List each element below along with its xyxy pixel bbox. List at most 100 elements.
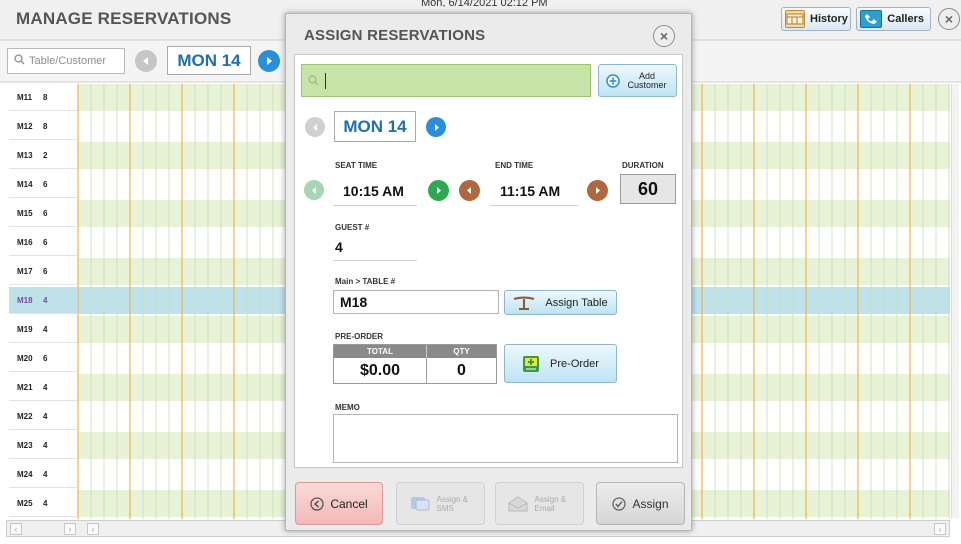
end-time-increase-button[interactable] (587, 180, 608, 201)
close-dialog-icon[interactable]: × (653, 25, 675, 47)
table-name: M18 (17, 295, 33, 305)
end-time-decrease-button[interactable] (459, 180, 480, 201)
table-capacity: 6 (43, 237, 48, 247)
duration-value[interactable]: 60 (620, 174, 676, 204)
table-row[interactable]: M14 6 (9, 171, 77, 198)
table-customer-search[interactable]: Table/Customer (7, 48, 125, 74)
dialog-prev-day-button[interactable] (305, 117, 325, 137)
assign-button[interactable]: Assign (596, 482, 685, 525)
table-capacity: 4 (43, 498, 48, 508)
scroll-right-icon[interactable]: › (934, 523, 946, 535)
table-capacity: 2 (43, 150, 48, 160)
guest-count-underline (333, 260, 417, 261)
guest-count-value[interactable]: 4 (335, 239, 343, 255)
table-row[interactable]: M12 8 (9, 113, 77, 140)
table-capacity: 4 (43, 295, 48, 305)
search-placeholder: Table/Customer (29, 55, 107, 67)
table-name: M14 (17, 179, 33, 189)
preorder-summary: TOTAL QTY $0.00 0 (333, 344, 497, 384)
current-datetime: Mon, 6/14/2021 02:12 PM (421, 0, 548, 7)
table-name: M22 (17, 411, 33, 421)
total-value: $0.00 (359, 361, 401, 379)
table-row[interactable]: M17 6 (9, 258, 77, 285)
prev-day-button[interactable] (135, 50, 157, 72)
table-capacity: 4 (43, 440, 48, 450)
scroll-left-icon-2[interactable]: › (64, 523, 76, 535)
add-customer-button[interactable]: Add Customer (598, 64, 677, 97)
page-title: MANAGE RESERVATIONS (16, 9, 232, 28)
qty-header: QTY (426, 345, 496, 358)
table-row[interactable]: M20 6 (9, 345, 77, 372)
cancel-button[interactable]: Cancel (295, 482, 383, 525)
table-row[interactable]: M15 6 (9, 200, 77, 227)
search-icon (308, 75, 319, 86)
total-header: TOTAL (334, 345, 426, 358)
qty-value: 0 (426, 358, 496, 383)
assign-email-label: Assign & Email (534, 494, 567, 513)
table-row[interactable]: M21 4 (9, 374, 77, 401)
table-capacity: 6 (43, 179, 48, 189)
close-page-icon[interactable]: × (938, 8, 960, 30)
end-time-value[interactable]: 11:15 AM (500, 183, 560, 199)
assign-sms-button[interactable]: Assign & SMS (396, 482, 485, 525)
dialog-next-day-button[interactable] (426, 117, 446, 137)
email-icon (508, 495, 527, 511)
history-label: History (810, 13, 848, 25)
table-capacity: 4 (43, 324, 48, 334)
table-row[interactable]: M13 2 (9, 142, 77, 169)
search-icon (14, 54, 25, 68)
next-day-button[interactable] (258, 50, 280, 72)
dialog-body: Add Customer MON 14 SEAT TIME END TIME D… (294, 54, 683, 468)
dialog-date-display: MON 14 (334, 111, 416, 142)
table-row[interactable]: M19 4 (9, 316, 77, 343)
text-cursor (325, 72, 326, 89)
table-row[interactable]: M24 4 (9, 461, 77, 488)
chevron-left-icon (467, 187, 471, 194)
assign-email-button[interactable]: Assign & Email (495, 482, 584, 525)
customer-search-input[interactable] (301, 64, 591, 97)
table-capacity: 8 (43, 92, 48, 102)
phone-icon (860, 10, 883, 28)
scroll-left-icon[interactable]: ‹ (10, 523, 22, 535)
memo-label: MEMO (335, 403, 360, 412)
vertical-scrollbar[interactable] (951, 84, 959, 518)
preorder-button-label: Pre-Order (550, 357, 599, 370)
end-time-label: END TIME (495, 161, 534, 170)
seat-time-decrease-button[interactable] (304, 180, 324, 200)
table-row[interactable]: M23 4 (9, 432, 77, 459)
cancel-label: Cancel (330, 496, 368, 511)
table-capacity: 8 (43, 121, 48, 131)
table-name: M15 (17, 208, 33, 218)
assign-table-button[interactable]: Assign Table (504, 290, 617, 315)
callers-button[interactable]: Callers (856, 7, 931, 31)
memo-field[interactable] (333, 414, 678, 463)
table-capacity: 4 (43, 411, 48, 421)
table-name: M11 (17, 92, 33, 102)
history-button[interactable]: History (781, 7, 851, 31)
preorder-button[interactable]: Pre-Order (504, 344, 617, 383)
chevron-right-icon (267, 57, 272, 65)
table-row[interactable]: M22 4 (9, 403, 77, 430)
scroll-left-icon-3[interactable]: ‹ (87, 523, 99, 535)
table-number-label: Main > TABLE # (335, 277, 396, 286)
table-row[interactable]: M18 4 (9, 287, 77, 314)
table-row[interactable]: M16 6 (9, 229, 77, 256)
plus-circle-icon (606, 73, 620, 88)
dialog-title: ASSIGN RESERVATIONS (304, 27, 486, 44)
sms-icon (410, 496, 429, 510)
assign-table-label: Assign Table (545, 296, 608, 309)
menu-add-icon (523, 355, 540, 372)
chevron-right-icon (437, 187, 441, 194)
history-icon (785, 10, 805, 28)
table-name: M24 (17, 469, 33, 479)
seat-time-value[interactable]: 10:15 AM (343, 183, 404, 199)
table-name: M16 (17, 237, 33, 247)
table-name: M25 (17, 498, 33, 508)
seat-time-increase-button[interactable] (428, 180, 449, 201)
table-row[interactable]: M25 4 (9, 490, 77, 517)
table-row[interactable]: M11 8 (9, 84, 77, 111)
add-customer-label: Add Customer (627, 70, 667, 90)
check-circle-icon (612, 496, 627, 511)
table-number-field[interactable]: M18 (333, 290, 499, 314)
chevron-left-icon (311, 186, 316, 194)
